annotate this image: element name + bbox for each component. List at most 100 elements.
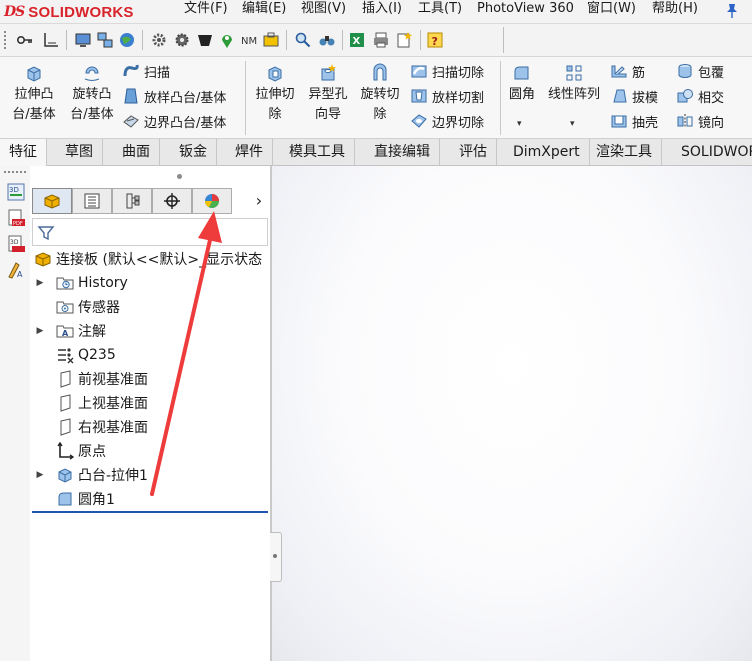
tree-item-boss-extrude[interactable]: 凸台-拉伸1 xyxy=(56,464,148,486)
menu-tools[interactable]: 工具(T) xyxy=(418,0,462,22)
dimxpert-manager-tab[interactable] xyxy=(152,188,192,214)
configuration-manager-tab[interactable] xyxy=(112,188,152,214)
tab-dimxpert[interactable]: DimXpert xyxy=(504,139,590,166)
revolved-boss-button[interactable]: 旋转凸 台/基体 xyxy=(66,63,118,125)
swept-boss-button[interactable]: 扫描 xyxy=(122,60,170,82)
menu-insert[interactable]: 插入(I) xyxy=(362,0,402,22)
tab-weldments[interactable]: 焊件 xyxy=(226,139,273,166)
menu-window[interactable]: 窗口(W) xyxy=(587,0,636,22)
pdf-export-icon[interactable]: PDF xyxy=(6,208,26,228)
toolbox-icon[interactable] xyxy=(262,31,280,49)
key-icon[interactable] xyxy=(16,31,34,49)
tab-sheet-metal[interactable]: 钣金 xyxy=(170,139,217,166)
location-pin-icon[interactable] xyxy=(218,31,236,49)
help-icon[interactable]: ? xyxy=(426,31,444,49)
expand-annotations-icon[interactable]: ▶ xyxy=(36,320,44,342)
extruded-boss-button[interactable]: 拉伸凸 台/基体 xyxy=(8,63,60,125)
panel-collapse-dot[interactable] xyxy=(177,174,182,179)
shell-button[interactable]: 抽壳 xyxy=(610,110,658,132)
menu-help[interactable]: 帮助(H) xyxy=(652,0,698,22)
tree-item-origin[interactable]: 原点 xyxy=(56,440,106,462)
plane-icon xyxy=(60,370,71,388)
binoculars-icon[interactable] xyxy=(318,31,336,49)
tree-item-annotations[interactable]: A 注解 xyxy=(56,320,106,342)
tab-evaluate[interactable]: 评估 xyxy=(450,139,497,166)
swept-cut-button[interactable]: 扫描切除 xyxy=(410,60,484,82)
tree-item-front-plane[interactable]: 前视基准面 xyxy=(56,368,148,390)
globe-icon[interactable] xyxy=(118,31,136,49)
draft-button[interactable]: 拔模 xyxy=(610,85,658,107)
loft-icon xyxy=(124,88,138,104)
measure-icon[interactable]: NM xyxy=(240,31,258,49)
dimension-icon[interactable] xyxy=(42,31,60,49)
intersect-button[interactable]: 相交 xyxy=(676,85,724,107)
display-manager-tab[interactable] xyxy=(192,188,232,214)
extruded-cut-button[interactable]: 拉伸切 除 xyxy=(250,63,300,125)
mirror-icon xyxy=(677,114,693,128)
tab-solidworks-addins[interactable]: SOLIDWORKS xyxy=(672,139,752,166)
3d-instant-website-icon[interactable]: 3D xyxy=(6,182,26,202)
search-icon[interactable] xyxy=(294,31,312,49)
tree-item-material[interactable]: Q235 xyxy=(56,344,116,366)
lofted-cut-button[interactable]: 放样切割 xyxy=(410,85,484,107)
toolbar-grip[interactable] xyxy=(4,31,10,49)
bucket-icon[interactable] xyxy=(196,31,214,49)
tab-direct-editing[interactable]: 直接编辑 xyxy=(365,139,440,166)
hole-wizard-icon xyxy=(321,64,336,81)
wrap-button[interactable]: 包覆 xyxy=(676,60,724,82)
network-icon[interactable] xyxy=(96,31,114,49)
rib-button[interactable]: 筋 xyxy=(610,60,645,82)
property-manager-tab[interactable] xyxy=(72,188,112,214)
monitor-icon[interactable] xyxy=(74,31,92,49)
expand-history-icon[interactable]: ▶ xyxy=(36,272,44,294)
tab-features[interactable]: 特征 xyxy=(0,139,47,166)
mirror-label: 镜向 xyxy=(698,115,725,131)
tree-item-sensors[interactable]: 传感器 xyxy=(56,296,120,318)
tab-render-tools[interactable]: 渲染工具 xyxy=(587,139,662,166)
tree-item-fillet[interactable]: 圆角1 xyxy=(56,488,115,510)
new-document-star-icon[interactable] xyxy=(395,31,413,49)
expand-boss-extrude-icon[interactable]: ▶ xyxy=(36,464,44,486)
linear-pattern-button[interactable]: 线性阵列 xyxy=(544,63,604,105)
rollback-bar[interactable] xyxy=(32,511,268,513)
feature-tree-filter[interactable] xyxy=(32,218,268,246)
tree-item-label: 注解 xyxy=(78,324,106,340)
gear-settings-icon[interactable] xyxy=(173,31,191,49)
toolbar-separator xyxy=(66,30,67,50)
fillet-button[interactable]: 圆角 xyxy=(504,63,540,105)
tab-surfaces[interactable]: 曲面 xyxy=(113,139,160,166)
tab-mold-tools[interactable]: 模具工具 xyxy=(280,139,355,166)
toolbar-separator xyxy=(503,27,504,53)
menu-edit[interactable]: 编辑(E) xyxy=(242,0,286,22)
linear-pattern-dropdown-arrow[interactable]: ▾ xyxy=(570,119,575,129)
print-icon[interactable] xyxy=(372,31,390,49)
pin-icon[interactable] xyxy=(724,2,740,20)
mirror-button[interactable]: 镜向 xyxy=(676,110,724,132)
3d-pdf-icon[interactable]: 3D xyxy=(6,234,26,254)
hole-wizard-button[interactable]: 异型孔 向导 xyxy=(302,63,354,125)
graphics-area[interactable] xyxy=(272,166,752,661)
tree-root-part[interactable]: 连接板 (默认<<默认>_显示状态 xyxy=(34,248,262,270)
options-gear-icon[interactable] xyxy=(150,31,168,49)
boundary-cut-button[interactable]: 边界切除 xyxy=(410,110,484,132)
excel-icon[interactable]: X xyxy=(348,31,366,49)
boundary-boss-button[interactable]: 边界凸台/基体 xyxy=(122,110,226,132)
splitter-handle[interactable] xyxy=(270,532,282,582)
tree-item-top-plane[interactable]: 上视基准面 xyxy=(56,392,148,414)
more-tabs-chevron-icon[interactable]: › xyxy=(252,188,266,214)
strip-grip[interactable] xyxy=(4,171,26,174)
filter-funnel-icon[interactable] xyxy=(37,224,55,242)
menu-view[interactable]: 视图(V) xyxy=(301,0,346,22)
solidworks-logo[interactable]: DS SOLIDWORKS xyxy=(4,2,134,22)
revolved-cut-button[interactable]: 旋转切 除 xyxy=(356,63,404,125)
lofted-boss-button[interactable]: 放样凸台/基体 xyxy=(122,85,226,107)
tree-item-right-plane[interactable]: 右视基准面 xyxy=(56,416,148,438)
appearance-brush-icon[interactable]: A xyxy=(6,260,26,280)
fillet-dropdown-arrow[interactable]: ▾ xyxy=(517,119,522,129)
intersect-label: 相交 xyxy=(698,90,725,106)
tree-item-history[interactable]: History xyxy=(56,272,128,294)
tab-sketch[interactable]: 草图 xyxy=(56,139,103,166)
menu-photoview[interactable]: PhotoView 360 xyxy=(477,0,574,22)
menu-file[interactable]: 文件(F) xyxy=(184,0,228,22)
feature-manager-tab[interactable] xyxy=(32,188,72,214)
